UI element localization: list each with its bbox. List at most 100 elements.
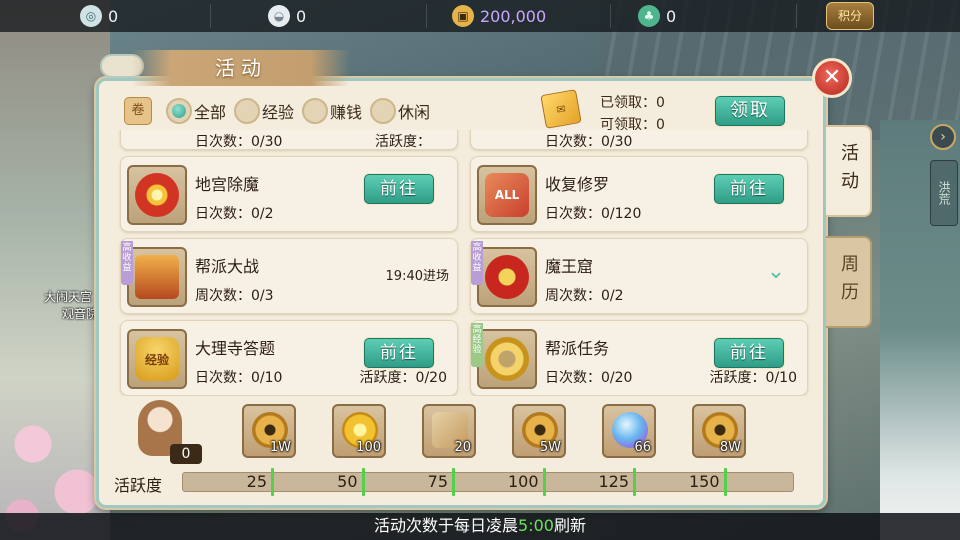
activity-count: 日次数：0/30 [195,134,283,150]
dialog-title: 活动 [132,50,350,86]
refresh-time: 5:00 [518,516,554,535]
currency-silver[interactable]: ◒ 0 [268,0,306,32]
refresh-suffix: 刷新 [553,516,586,535]
radio-button[interactable] [166,98,192,124]
silver-ingot-icon: ◒ [268,5,290,27]
reward-slot[interactable]: 20 [422,404,476,458]
chevron-down-icon[interactable]: ⌄ [763,259,789,285]
activity-name: 帮派大战 [195,257,260,276]
category-icon: 卷 [124,97,152,125]
filter-money[interactable]: 赚钱 [302,98,362,124]
green-gem-icon: ♣ [638,5,660,27]
go-button[interactable]: 前往 [363,337,435,369]
close-button[interactable]: ✕ [812,58,852,98]
reward-slot[interactable]: 1W [242,404,296,458]
gift-icon: ✉ [540,89,582,129]
activity-thumb: ALL [477,165,537,225]
milestone-label: 25 [246,472,267,491]
exp-gourd-icon: 经验 [135,337,179,381]
milestone-label: 150 [688,472,720,491]
filter-leisure[interactable]: 休闲 [370,98,430,124]
reward-quantity: 100 [356,440,381,455]
activity-points: 活跃度：0/10 [709,370,797,386]
copper-coin-icon: ▣ [452,5,474,27]
milestone-tick [271,468,274,496]
gold-ring-icon [485,337,529,381]
red-eye-icon [135,173,179,217]
activity-card-demon-cave[interactable]: 高收益 魔王窟 周次数：0/2 ⌄ [470,238,808,314]
mascot: 0 [122,396,202,466]
currency-gem[interactable]: ♣ 0 [638,0,676,32]
reward-quantity: 20 [454,440,471,455]
activity-count: 日次数：0/120 [545,206,642,222]
go-button[interactable]: 前往 [363,173,435,205]
filter-all[interactable]: 全部 [166,98,226,124]
divider [426,4,427,28]
expand-arrow-icon[interactable]: › [930,124,956,150]
radio-button[interactable] [234,98,261,124]
currency-copper[interactable]: ▣ 200,000 [452,0,546,32]
milestone-label: 50 [337,472,358,491]
all-scroll-icon: ALL [485,173,529,217]
filter-label: 休闲 [398,103,431,122]
activity-points: 活跃度： [375,134,431,150]
jade-token-icon: ◎ [80,5,102,27]
activity-card-guild-war[interactable]: 高收益 帮派大战 周次数：0/3 19:40进场 [120,238,458,314]
currency-value: 0 [296,6,307,26]
currency-jade[interactable]: ◎ 0 [80,0,118,32]
milestone-tick [361,468,365,496]
close-icon: ✕ [822,65,842,90]
high-exp-badge: 高经验 [471,323,483,367]
currency-value: 0 [108,6,119,26]
go-button[interactable]: 前往 [713,173,785,205]
currency-value: 200,000 [480,6,547,26]
activity-thumb [477,247,537,307]
activity-thumb: 经验 [127,329,187,389]
filter-exp[interactable]: 经验 [234,98,294,124]
high-reward-badge: 高收益 [471,241,483,285]
activity-points-label: 活跃度 [114,476,163,495]
divider [796,4,797,28]
go-button[interactable]: 前往 [713,337,785,369]
activity-card-court-quiz[interactable]: 经验 大理寺答题 日次数：0/10 活跃度：0/20 前往 [120,320,458,396]
claim-button[interactable]: 领取 [714,95,786,127]
activity-thumb [127,165,187,225]
tab-activities[interactable]: 活动 [826,125,872,217]
radio-button[interactable] [370,98,397,124]
activity-card-asura[interactable]: ALL 收复修罗 日次数：0/120 前往 [470,156,808,232]
activity-name: 帮派任务 [545,339,610,358]
start-time: 19:40进场 [385,269,449,284]
reward-slot[interactable]: 5W [512,404,566,458]
milestone-label: 75 [427,472,448,491]
activity-thumb [477,329,537,389]
list-item-partial: 日次数：0/30 [470,130,808,150]
filter-bar: 卷 全部 经验 赚钱 休闲 [124,94,434,128]
npc-label-temple[interactable]: 观音院 [62,305,98,322]
demon-king-icon [485,255,529,299]
currency-value: 0 [666,6,677,26]
reward-slot[interactable]: 100 [332,404,386,458]
npc-label-havoc[interactable]: 大闹天宫 [44,288,92,305]
reward-quantity: 8W [719,440,741,455]
radio-button[interactable] [302,98,329,124]
refresh-notice: 活动次数于每日凌晨5:00刷新 [0,513,960,540]
activity-list[interactable]: 日次数：0/30 活跃度： 日次数：0/30 地宫除魔 日次数：0/2 前往 A… [102,130,822,396]
activity-name: 地宫除魔 [195,175,260,194]
activity-name: 大理寺答题 [195,339,276,358]
milestone-label: 100 [507,472,539,491]
tab-weekly-calendar[interactable]: 周历 [826,236,872,328]
reward-slot[interactable]: 66 [602,404,656,458]
activity-card-underground[interactable]: 地宫除魔 日次数：0/2 前往 [120,156,458,232]
divider [610,4,611,28]
high-reward-badge: 高收益 [121,241,133,285]
score-button[interactable]: 积分 [826,2,874,30]
activity-count: 日次数：0/10 [195,370,283,386]
refresh-prefix: 活动次数于每日凌晨 [374,516,519,535]
activity-card-guild-task[interactable]: 高经验 帮派任务 日次数：0/20 活跃度：0/10 前往 [470,320,808,396]
mascot-count: 0 [170,444,202,464]
milestone-tick [633,468,636,496]
activity-count: 日次数：0/30 [545,134,633,150]
side-quest-tab[interactable]: 洪荒 [930,160,958,226]
reward-slot[interactable]: 8W [692,404,746,458]
filter-label: 经验 [262,103,295,122]
